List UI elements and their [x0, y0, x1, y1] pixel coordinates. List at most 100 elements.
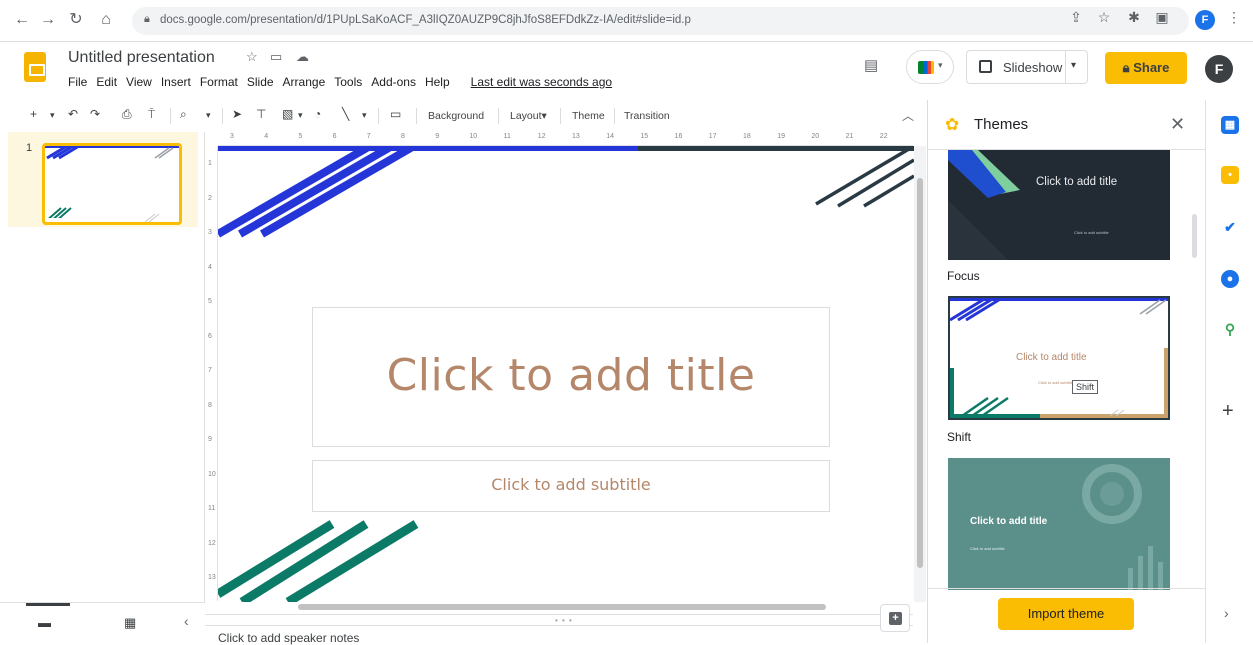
- print-icon[interactable]: ⎙: [122, 107, 132, 122]
- menu-format[interactable]: Format: [200, 75, 238, 89]
- paint-format-icon[interactable]: ⍑: [148, 107, 155, 122]
- ruler-tick-label: 8: [401, 133, 405, 140]
- menu-insert[interactable]: Insert: [161, 75, 191, 89]
- menu-tools[interactable]: Tools: [334, 75, 362, 89]
- slide[interactable]: Click to add title Click to add subtitle: [218, 146, 914, 602]
- contacts-icon[interactable]: ●: [1221, 270, 1239, 288]
- menu-slide[interactable]: Slide: [247, 75, 274, 89]
- layout-button[interactable]: Layout▾: [510, 110, 547, 122]
- address-bar[interactable]: 🔒︎ docs.google.com/presentation/d/1PUpLS…: [132, 7, 1189, 35]
- title-placeholder[interactable]: Click to add title: [312, 307, 830, 447]
- filmstrip-view-icon[interactable]: ▬: [38, 615, 51, 630]
- menu-file[interactable]: File: [68, 75, 87, 89]
- collapse-toolbar-icon[interactable]: ︿: [902, 107, 914, 124]
- shape-icon[interactable]: ◔: [314, 107, 321, 121]
- undo-icon[interactable]: ↶: [68, 107, 78, 121]
- side-panel-addons: ▦ • ✔ ● ⚲ + ›: [1205, 100, 1253, 643]
- zoom-dropdown-icon[interactable]: ▾: [206, 110, 211, 121]
- ruler-tick-label: 13: [208, 574, 216, 581]
- ruler-tick-label: 11: [208, 505, 216, 512]
- ruler-tick-label: 7: [208, 367, 212, 374]
- maps-icon[interactable]: ⚲: [1221, 320, 1239, 338]
- star-icon[interactable]: ☆: [246, 49, 258, 65]
- import-theme-button[interactable]: Import theme: [998, 598, 1134, 630]
- slideshow-dropdown-icon[interactable]: ▾: [1071, 60, 1076, 71]
- scrollbar-thumb[interactable]: [298, 604, 826, 610]
- divider: [498, 108, 499, 124]
- reload-icon[interactable]: ↻: [66, 10, 86, 30]
- zoom-icon[interactable]: ⌕: [180, 107, 187, 122]
- comment-add-icon[interactable]: ▭: [390, 107, 401, 121]
- line-icon[interactable]: ╲: [342, 107, 349, 121]
- scrollbar-thumb[interactable]: [917, 178, 923, 568]
- new-slide-icon[interactable]: +: [30, 107, 37, 121]
- forward-icon[interactable]: →: [38, 10, 58, 30]
- browser-profile-avatar[interactable]: F: [1195, 10, 1215, 30]
- extensions-icon[interactable]: ✱: [1124, 9, 1144, 26]
- text-box-icon[interactable]: ⊤: [256, 107, 266, 121]
- vertical-scrollbar[interactable]: [914, 146, 926, 602]
- move-folder-icon[interactable]: ▭: [270, 49, 282, 65]
- collapse-filmstrip-icon[interactable]: ‹: [184, 613, 189, 629]
- slideshow-button[interactable]: Slideshow ▾: [966, 50, 1088, 84]
- focus-title-text: Click to add title: [1036, 176, 1118, 188]
- menu-edit[interactable]: Edit: [96, 75, 117, 89]
- third-title-text: Click to add title: [970, 516, 1048, 527]
- account-avatar[interactable]: F: [1205, 55, 1233, 83]
- plus-box-icon: +: [889, 612, 902, 625]
- slides-logo-icon[interactable]: [24, 52, 46, 82]
- menu-addons[interactable]: Add-ons: [371, 75, 416, 89]
- themes-panel: ✿ Themes ✕ Click to add title Click to a…: [927, 100, 1205, 643]
- back-icon[interactable]: ←: [12, 10, 32, 30]
- document-title[interactable]: Untitled presentation: [68, 49, 215, 67]
- background-button[interactable]: Background: [428, 110, 484, 122]
- share-button[interactable]: 🔒︎ Share: [1105, 52, 1187, 84]
- comments-icon[interactable]: ▤: [864, 56, 888, 78]
- filmstrip-view-bar: ▬ ▦ ‹: [0, 602, 205, 643]
- menu-help[interactable]: Help: [425, 75, 450, 89]
- calendar-icon[interactable]: ▦: [1221, 116, 1239, 134]
- third-subtitle-text: Click to add subtitle: [970, 546, 1005, 551]
- add-addon-icon[interactable]: +: [1222, 400, 1234, 423]
- menu-arrange[interactable]: Arrange: [283, 75, 326, 89]
- divider: [222, 108, 223, 124]
- explore-button[interactable]: +: [880, 604, 910, 632]
- menu-view[interactable]: View: [126, 75, 152, 89]
- speaker-notes-resizer[interactable]: • • •: [205, 614, 913, 626]
- slide-thumbnail[interactable]: [42, 143, 182, 225]
- bookmark-star-icon[interactable]: ☆: [1094, 9, 1114, 26]
- drag-handle-icon: • • •: [555, 616, 573, 625]
- theme-tooltip: Shift: [1072, 380, 1099, 394]
- select-cursor-icon[interactable]: ➤: [232, 107, 242, 121]
- tasks-icon[interactable]: ✔: [1221, 218, 1239, 236]
- ruler-tick-label: 17: [708, 133, 717, 140]
- themes-scrollbar[interactable]: [1192, 214, 1197, 258]
- close-icon[interactable]: ✕: [1170, 114, 1185, 135]
- home-icon[interactable]: ⌂: [96, 10, 116, 30]
- horizontal-scrollbar[interactable]: [218, 602, 914, 612]
- meet-button[interactable]: ▾: [906, 50, 954, 84]
- image-dropdown-icon[interactable]: ▾: [298, 110, 303, 121]
- share-page-icon[interactable]: ⇪: [1066, 9, 1086, 26]
- ruler-tick-label: 9: [208, 436, 212, 443]
- active-view-indicator: [26, 603, 70, 606]
- ruler-tick-label: 15: [640, 133, 649, 140]
- subtitle-placeholder[interactable]: Click to add subtitle: [312, 460, 830, 512]
- new-slide-dropdown-icon[interactable]: ▾: [50, 110, 55, 121]
- theme-button[interactable]: Theme: [572, 110, 605, 122]
- transition-button[interactable]: Transition: [624, 110, 670, 122]
- theme-card-shift[interactable]: Click to add title Click to add subtitle…: [948, 296, 1170, 420]
- browser-menu-icon[interactable]: ⋮: [1224, 9, 1244, 26]
- theme-card-third[interactable]: Click to add title Click to add subtitle: [948, 458, 1170, 590]
- side-panel-icon[interactable]: ▣: [1152, 9, 1172, 26]
- image-icon[interactable]: ▧: [282, 107, 293, 121]
- keep-icon[interactable]: •: [1221, 166, 1239, 184]
- theme-card-focus[interactable]: Click to add title Click to add subtitle: [948, 150, 1170, 260]
- slide-number: 1: [26, 142, 33, 154]
- line-dropdown-icon[interactable]: ▾: [362, 110, 367, 121]
- expand-side-panel-icon[interactable]: ›: [1224, 605, 1229, 621]
- last-edit-link[interactable]: Last edit was seconds ago: [471, 75, 612, 89]
- grid-view-icon[interactable]: ▦: [124, 615, 136, 631]
- redo-icon[interactable]: ↷: [90, 107, 100, 121]
- theme-name-focus: Focus: [947, 269, 980, 283]
